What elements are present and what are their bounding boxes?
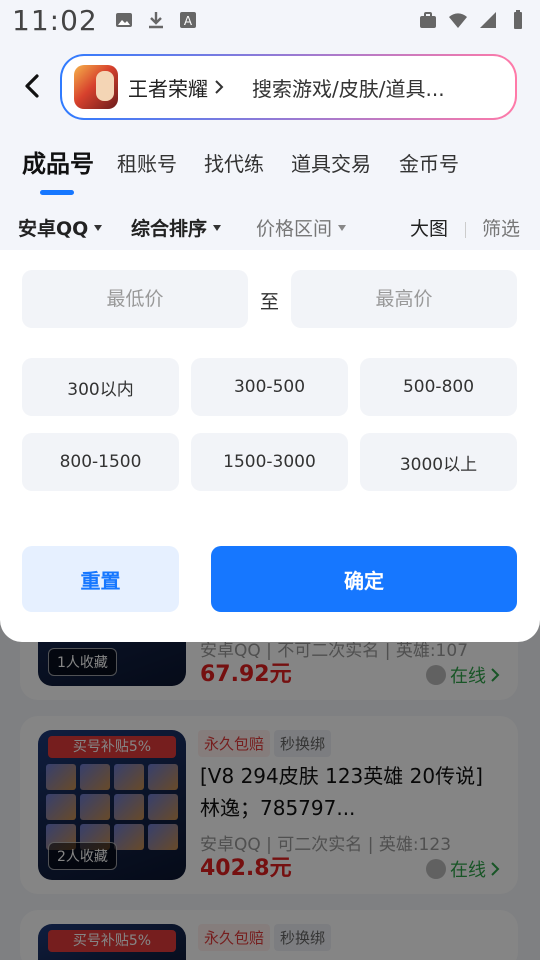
search-box[interactable]: 王者荣耀 搜索游戏/皮肤/道具... [60,54,517,120]
tab-boosting[interactable]: 找代练 [204,148,264,177]
tab-gold-account[interactable]: 金币号 [399,148,459,177]
range-option[interactable]: 1500-3000 [191,433,348,491]
filter-bar: 安卓QQ 综合排序 价格区间 大图 筛选 [0,210,540,246]
tab-finished-account[interactable]: 成品号 [22,144,94,179]
tab-rent-account[interactable]: 租账号 [117,148,177,177]
text-notification-icon: A [179,12,196,28]
platform-filter[interactable]: 安卓QQ [18,214,103,241]
tab-item-trade[interactable]: 道具交易 [291,148,371,177]
game-selector[interactable]: 王者荣耀 [128,73,208,102]
max-price-input[interactable] [291,270,517,328]
status-time: 11:02 [12,3,98,37]
sort-filter-label: 综合排序 [131,218,208,240]
header: 王者荣耀 搜索游戏/皮肤/道具... [0,54,540,120]
chevron-right-icon [215,80,224,94]
work-profile-icon [420,12,436,28]
battery-icon [514,10,522,29]
platform-filter-label: 安卓QQ [18,218,89,240]
divider [465,222,466,238]
game-logo-icon[interactable] [74,65,118,109]
sort-filter[interactable]: 综合排序 [131,214,222,241]
chevron-left-icon [25,74,39,98]
image-notification-icon [115,13,132,27]
back-button[interactable] [18,72,46,100]
view-toggle[interactable]: 大图 [410,214,448,241]
category-tabs: 成品号 租账号 找代练 道具交易 金币号 [0,148,540,196]
range-option[interactable]: 3000以上 [360,433,517,491]
tab-active-indicator [40,190,74,195]
price-range-filter[interactable]: 价格区间 [256,214,347,241]
svg-text:A: A [184,14,193,28]
signal-icon [480,12,496,28]
wifi-icon [449,13,467,28]
download-icon [148,12,163,29]
range-option[interactable]: 300以内 [22,358,179,416]
status-bar: 11:02 A [0,0,540,40]
search-input[interactable]: 搜索游戏/皮肤/道具... [252,73,445,102]
view-toggle-label: 大图 [410,218,449,240]
price-range-panel: 至 300以内 300-500 500-800 800-1500 1500-30… [0,250,540,642]
caret-down-icon [338,224,347,231]
range-option[interactable]: 500-800 [360,358,517,416]
filter-button[interactable]: 筛选 [482,214,520,241]
filter-button-label: 筛选 [482,218,521,240]
to-label: 至 [260,291,280,313]
range-option[interactable]: 800-1500 [22,433,179,491]
reset-button[interactable]: 重置 [22,546,179,612]
price-range-filter-label: 价格区间 [256,218,333,240]
range-option[interactable]: 300-500 [191,358,348,416]
min-price-input[interactable] [22,270,248,328]
caret-down-icon [213,224,222,231]
confirm-button[interactable]: 确定 [211,546,517,612]
caret-down-icon [94,224,103,231]
